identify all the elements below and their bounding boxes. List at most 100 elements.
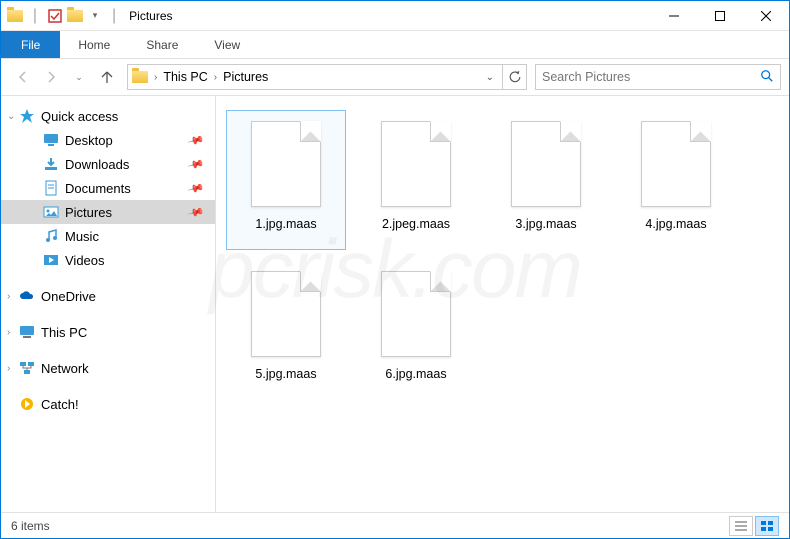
sidebar-item-downloads[interactable]: Downloads 📌 xyxy=(1,152,215,176)
sidebar-item-label: Network xyxy=(41,361,89,376)
address-dropdown-icon[interactable]: ⌄ xyxy=(482,72,498,83)
file-item[interactable]: 2.jpeg.maas xyxy=(356,110,476,250)
window-title: Pictures xyxy=(129,9,172,23)
status-bar: 6 items xyxy=(1,512,789,538)
quick-access-icon xyxy=(19,108,35,124)
pin-icon: 📌 xyxy=(187,131,205,149)
ribbon-tab-home[interactable]: Home xyxy=(60,31,128,58)
pin-icon: 📌 xyxy=(187,203,205,221)
titlebar: | ▾ | Pictures xyxy=(1,1,789,31)
nav-arrows: ⌄ xyxy=(9,67,121,87)
file-name: 2.jpeg.maas xyxy=(382,217,450,231)
qat-separator: | xyxy=(27,8,43,24)
sidebar-item-label: This PC xyxy=(41,325,87,340)
ribbon-tabs: File Home Share View xyxy=(1,31,789,59)
qat-dropdown-icon[interactable]: ▾ xyxy=(87,8,103,24)
pictures-icon xyxy=(43,204,59,220)
file-icon xyxy=(251,271,321,357)
sidebar-item-label: Downloads xyxy=(65,157,129,172)
file-item[interactable]: 3.jpg.maas xyxy=(486,110,606,250)
explorer-window: | ▾ | Pictures File Home Share View xyxy=(0,0,790,539)
music-icon xyxy=(43,228,59,244)
sidebar-item-label: Catch! xyxy=(41,397,79,412)
videos-icon xyxy=(43,252,59,268)
window-controls xyxy=(651,1,789,31)
qat-new-folder-icon[interactable] xyxy=(67,8,83,24)
search-icon[interactable] xyxy=(760,69,774,86)
file-name: 4.jpg.maas xyxy=(645,217,706,231)
chevron-down-icon[interactable]: ⌄ xyxy=(7,111,15,122)
sidebar-item-onedrive[interactable]: › OneDrive xyxy=(1,284,215,308)
details-view-button[interactable] xyxy=(729,516,753,536)
downloads-icon xyxy=(43,156,59,172)
qat-properties-icon[interactable] xyxy=(47,8,63,24)
quick-access-toolbar: | ▾ xyxy=(1,8,109,24)
pin-icon: 📌 xyxy=(187,155,205,173)
icons-view-button[interactable] xyxy=(755,516,779,536)
chevron-right-icon[interactable]: › xyxy=(7,363,10,374)
content-area: ⌄ Quick access Desktop 📌 Downloads 📌 xyxy=(1,95,789,512)
refresh-button[interactable] xyxy=(503,64,527,90)
view-toggle xyxy=(729,516,779,536)
file-icon xyxy=(381,121,451,207)
chevron-right-icon[interactable]: › xyxy=(7,327,10,338)
nav-up-icon[interactable] xyxy=(97,67,117,87)
sidebar-item-network[interactable]: › Network xyxy=(1,356,215,380)
file-item[interactable]: 1.jpg.maas xyxy=(226,110,346,250)
file-icon xyxy=(251,121,321,207)
file-name: 5.jpg.maas xyxy=(255,367,316,381)
app-icon xyxy=(7,8,23,24)
sidebar-item-catch[interactable]: Catch! xyxy=(1,392,215,416)
desktop-icon xyxy=(43,132,59,148)
sidebar-item-pictures[interactable]: Pictures 📌 xyxy=(1,200,215,224)
this-pc-icon xyxy=(19,324,35,340)
ribbon-tab-share[interactable]: Share xyxy=(128,31,196,58)
breadcrumb-current[interactable]: Pictures xyxy=(223,70,268,84)
search-input[interactable] xyxy=(542,70,760,84)
ribbon-file-tab[interactable]: File xyxy=(1,31,60,58)
pin-icon: 📌 xyxy=(187,179,205,197)
chevron-right-icon[interactable]: › xyxy=(152,72,159,83)
file-view[interactable]: 1.jpg.maas 2.jpeg.maas 3.jpg.maas 4.jpg.maa… xyxy=(216,96,789,512)
network-icon xyxy=(19,360,35,376)
breadcrumb-root[interactable]: This PC xyxy=(163,70,207,84)
sidebar-item-label: OneDrive xyxy=(41,289,96,304)
file-item[interactable]: 5.jpg.maas xyxy=(226,260,346,400)
nav-back-icon[interactable] xyxy=(13,67,33,87)
file-name: 6.jpg.maas xyxy=(385,367,446,381)
address-bar[interactable]: › This PC › Pictures ⌄ xyxy=(127,64,503,90)
catch-icon xyxy=(19,396,35,412)
close-button[interactable] xyxy=(743,1,789,31)
file-item[interactable]: 6.jpg.maas xyxy=(356,260,476,400)
file-icon xyxy=(511,121,581,207)
minimize-button[interactable] xyxy=(651,1,697,31)
sidebar-item-documents[interactable]: Documents 📌 xyxy=(1,176,215,200)
address-folder-icon xyxy=(132,69,148,85)
chevron-right-icon[interactable]: › xyxy=(7,291,10,302)
sidebar-item-label: Quick access xyxy=(41,109,118,124)
file-icon xyxy=(641,121,711,207)
titlebar-separator: | xyxy=(112,7,116,25)
sidebar-item-label: Pictures xyxy=(65,205,112,220)
navigation-bar: ⌄ › This PC › Pictures ⌄ xyxy=(1,59,789,95)
chevron-right-icon[interactable]: › xyxy=(212,72,219,83)
file-name: 1.jpg.maas xyxy=(255,217,316,231)
sidebar-item-desktop[interactable]: Desktop 📌 xyxy=(1,128,215,152)
nav-history-dropdown-icon[interactable]: ⌄ xyxy=(69,67,89,87)
status-item-count: 6 items xyxy=(11,519,50,533)
sidebar-item-this-pc[interactable]: › This PC xyxy=(1,320,215,344)
sidebar-item-label: Music xyxy=(65,229,99,244)
ribbon-tab-view[interactable]: View xyxy=(196,31,258,58)
file-icon xyxy=(381,271,451,357)
search-box[interactable] xyxy=(535,64,781,90)
file-item[interactable]: 4.jpg.maas xyxy=(616,110,736,250)
sidebar-item-music[interactable]: Music xyxy=(1,224,215,248)
documents-icon xyxy=(43,180,59,196)
maximize-button[interactable] xyxy=(697,1,743,31)
navigation-pane: ⌄ Quick access Desktop 📌 Downloads 📌 xyxy=(1,96,216,512)
sidebar-item-quick-access[interactable]: ⌄ Quick access xyxy=(1,104,215,128)
file-name: 3.jpg.maas xyxy=(515,217,576,231)
nav-forward-icon[interactable] xyxy=(41,67,61,87)
onedrive-icon xyxy=(19,288,35,304)
sidebar-item-videos[interactable]: Videos xyxy=(1,248,215,272)
